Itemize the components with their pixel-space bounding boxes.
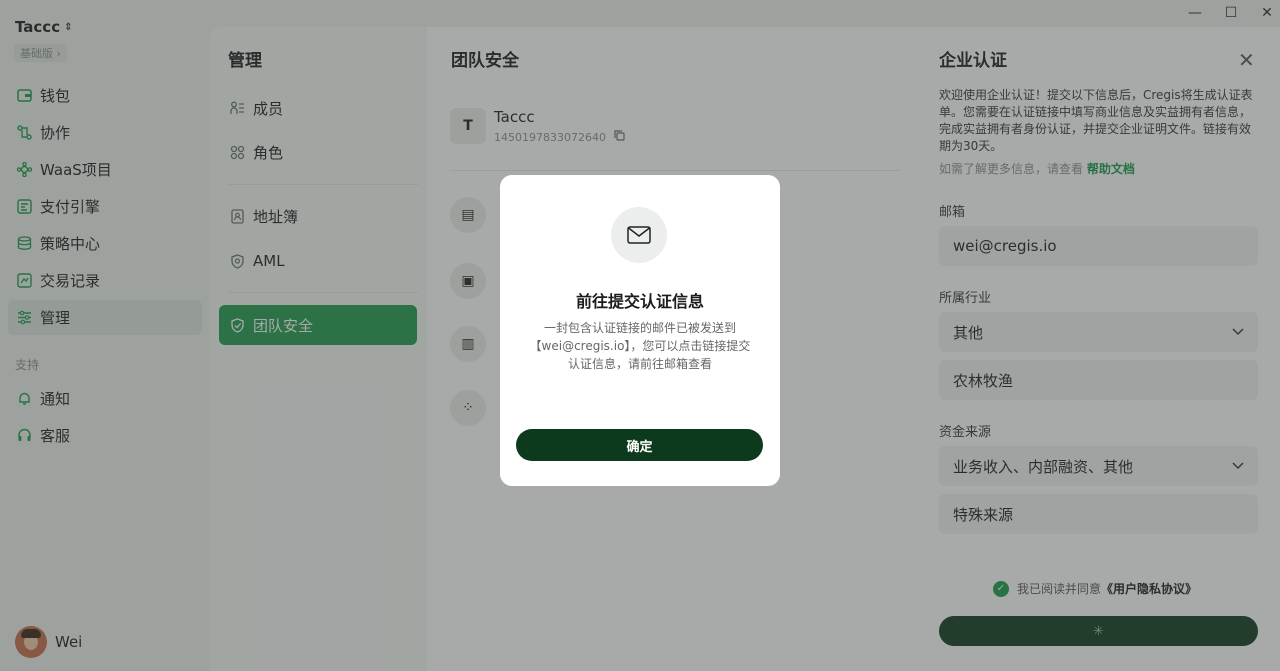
- close-window-icon[interactable]: ✕: [1260, 4, 1274, 22]
- dialog-message: 一封包含认证链接的邮件已被发送到【wei@cregis.io】，您可以点击链接提…: [529, 321, 751, 371]
- minimize-icon[interactable]: —: [1188, 4, 1202, 22]
- dialog-title: 前往提交认证信息: [575, 292, 704, 311]
- maximize-icon[interactable]: ☐: [1224, 4, 1238, 22]
- confirm-button[interactable]: 确定: [516, 429, 763, 461]
- window-controls: — ☐ ✕: [1188, 4, 1274, 22]
- email-sent-dialog: 前往提交认证信息 一封包含认证链接的邮件已被发送到【wei@cregis.io】…: [500, 175, 780, 486]
- mail-icon: [611, 207, 667, 263]
